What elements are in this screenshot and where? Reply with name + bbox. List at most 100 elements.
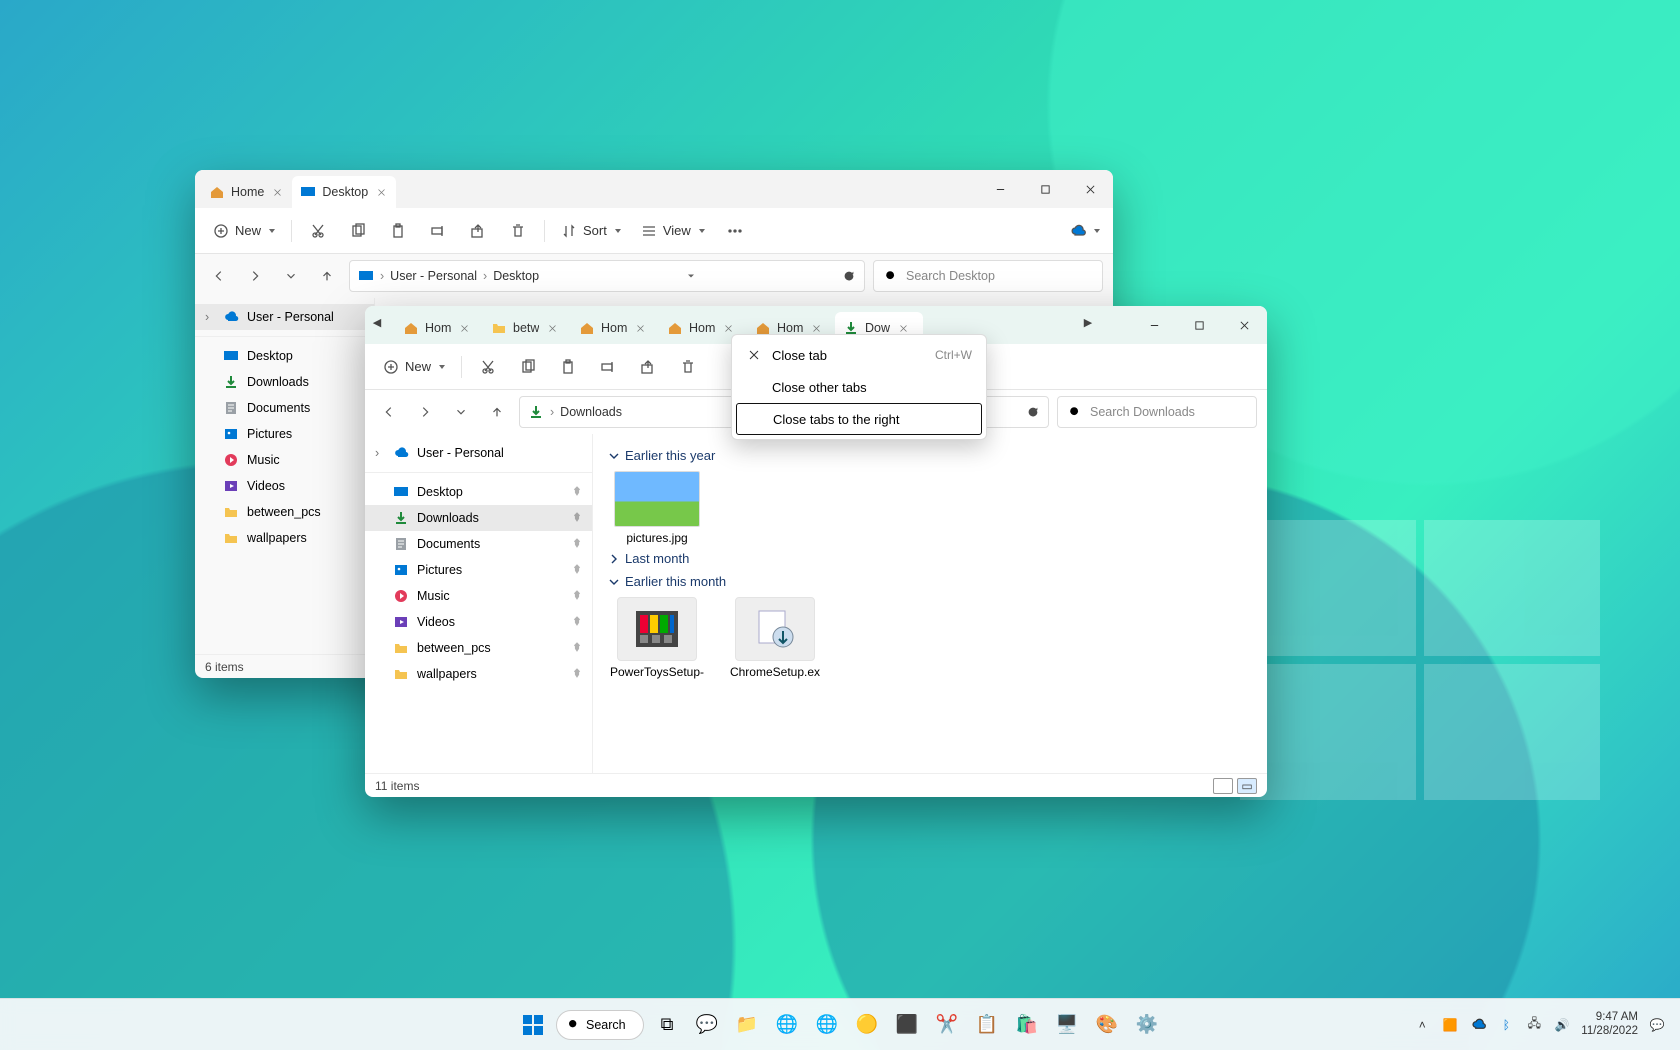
file-explorer-window-front[interactable]: ◀ HombetwHomHomHomDow ▶ New › Downloads [365, 306, 1267, 797]
taskbar-app-snip[interactable]: ✂️ [930, 1008, 964, 1042]
up-button[interactable] [483, 398, 511, 426]
close-tab-icon[interactable] [896, 321, 910, 335]
back-button[interactable] [205, 262, 233, 290]
share-button[interactable] [460, 216, 496, 246]
taskbar-app-remote-desktop[interactable]: 🖥️ [1050, 1008, 1084, 1042]
task-view-button[interactable]: ⧉ [650, 1008, 684, 1042]
nav-root[interactable]: › User - Personal [365, 440, 592, 466]
breadcrumb[interactable]: › User - Personal › Desktop [349, 260, 865, 292]
taskbar-app-store[interactable]: 🛍️ [1010, 1008, 1044, 1042]
nav-item-documents[interactable]: Documents [365, 531, 592, 557]
taskbar-app-chrome[interactable]: 🟡 [850, 1008, 884, 1042]
rename-button[interactable] [420, 216, 456, 246]
new-button[interactable]: New [375, 352, 453, 382]
tab[interactable]: Hom [571, 312, 659, 344]
close-tab-icon[interactable] [374, 185, 388, 199]
taskbar-app-explorer[interactable]: 📁 [730, 1008, 764, 1042]
nav-item-documents[interactable]: Documents [195, 395, 374, 421]
tab-desktop[interactable]: Desktop [292, 176, 396, 208]
new-tab-button[interactable] [396, 176, 428, 208]
nav-root[interactable]: › User - Personal [195, 304, 374, 330]
close-button[interactable] [1222, 306, 1267, 344]
share-button[interactable] [630, 352, 666, 382]
nav-item-videos[interactable]: Videos [365, 609, 592, 635]
taskbar-app-edge[interactable]: 🌐 [770, 1008, 804, 1042]
tray-bluetooth-icon[interactable]: ᛒ [1497, 1016, 1515, 1034]
notifications-button[interactable]: 💬 [1648, 1016, 1666, 1034]
close-button[interactable] [1068, 170, 1113, 208]
tab[interactable]: betw [483, 312, 571, 344]
tab-home[interactable]: Home [201, 176, 292, 208]
taskbar-clock[interactable]: 9:47 AM 11/28/2022 [1581, 1011, 1638, 1037]
group-header[interactable]: Earlier this month [609, 574, 1251, 589]
group-header[interactable]: Earlier this year [609, 448, 1251, 463]
recent-button[interactable] [277, 262, 305, 290]
up-button[interactable] [313, 262, 341, 290]
context-menu-item[interactable]: Close other tabs [736, 371, 982, 403]
paste-button[interactable] [550, 352, 586, 382]
nav-item-wallpapers[interactable]: wallpapers [365, 661, 592, 687]
start-button[interactable] [516, 1008, 550, 1042]
content-pane[interactable]: Earlier this year pictures.jpg Last month E… [593, 434, 1267, 773]
taskbar-search[interactable]: Search [556, 1010, 644, 1040]
tray-network-icon[interactable]: 🖧 [1525, 1016, 1543, 1034]
nav-item-music[interactable]: Music [365, 583, 592, 609]
minimize-button[interactable] [978, 170, 1023, 208]
close-tab-icon[interactable] [809, 321, 823, 335]
nav-item-desktop[interactable]: Desktop [365, 479, 592, 505]
close-tab-icon[interactable] [457, 321, 471, 335]
nav-pane[interactable]: › User - Personal DesktopDownloadsDocume… [195, 298, 375, 654]
tab-scroll-right[interactable]: ▶ [1076, 306, 1100, 338]
cut-button[interactable] [470, 352, 506, 382]
nav-pane[interactable]: › User - Personal DesktopDownloadsDocume… [365, 434, 593, 773]
nav-item-between_pcs[interactable]: between_pcs [365, 635, 592, 661]
refresh-icon[interactable] [1026, 405, 1040, 419]
search-box[interactable]: Search Desktop [873, 260, 1103, 292]
tray-volume-icon[interactable]: 🔊 [1553, 1016, 1571, 1034]
file-item[interactable]: PowerToysSetup- [609, 597, 705, 679]
nav-item-wallpapers[interactable]: wallpapers [195, 525, 374, 551]
nav-item-pictures[interactable]: Pictures [365, 557, 592, 583]
nav-item-between_pcs[interactable]: between_pcs [195, 499, 374, 525]
forward-button[interactable] [411, 398, 439, 426]
delete-button[interactable] [500, 216, 536, 246]
maximize-button[interactable] [1023, 170, 1068, 208]
nav-item-downloads[interactable]: Downloads [365, 505, 592, 531]
maximize-button[interactable] [1177, 306, 1222, 344]
search-box[interactable]: Search Downloads [1057, 396, 1257, 428]
taskbar-app-settings[interactable]: ⚙️ [1130, 1008, 1164, 1042]
taskbar-app-edge-beta[interactable]: 🌐 [810, 1008, 844, 1042]
forward-button[interactable] [241, 262, 269, 290]
cut-button[interactable] [300, 216, 336, 246]
more-button[interactable] [717, 216, 753, 246]
breadcrumb-segment[interactable]: User - Personal [390, 269, 477, 283]
minimize-button[interactable] [1132, 306, 1177, 344]
details-view-button[interactable] [1213, 778, 1233, 794]
nav-item-desktop[interactable]: Desktop [195, 343, 374, 369]
copy-button[interactable] [340, 216, 376, 246]
new-button[interactable]: New [205, 216, 283, 246]
sort-button[interactable]: Sort [553, 216, 629, 246]
taskbar-app-chat[interactable]: 💬 [690, 1008, 724, 1042]
nav-item-downloads[interactable]: Downloads [195, 369, 374, 395]
breadcrumb-segment[interactable]: Downloads [560, 405, 622, 419]
breadcrumb-expand-icon[interactable] [685, 270, 697, 282]
view-button[interactable]: View [633, 216, 713, 246]
rename-button[interactable] [590, 352, 626, 382]
group-header[interactable]: Last month [609, 551, 1251, 566]
tab-scroll-left[interactable]: ◀ [365, 306, 389, 338]
paste-button[interactable] [380, 216, 416, 246]
close-tab-icon[interactable] [633, 321, 647, 335]
tray-overflow[interactable]: ˄ [1413, 1016, 1431, 1034]
onedrive-status[interactable] [1067, 216, 1103, 246]
close-tab-icon[interactable] [545, 321, 559, 335]
titlebar[interactable]: Home Desktop [195, 170, 1113, 208]
close-tab-icon[interactable] [721, 321, 735, 335]
nav-item-pictures[interactable]: Pictures [195, 421, 374, 447]
new-tab-button[interactable] [1100, 306, 1132, 338]
nav-item-videos[interactable]: Videos [195, 473, 374, 499]
copy-button[interactable] [510, 352, 546, 382]
recent-button[interactable] [447, 398, 475, 426]
back-button[interactable] [375, 398, 403, 426]
file-item[interactable]: pictures.jpg [609, 471, 705, 545]
